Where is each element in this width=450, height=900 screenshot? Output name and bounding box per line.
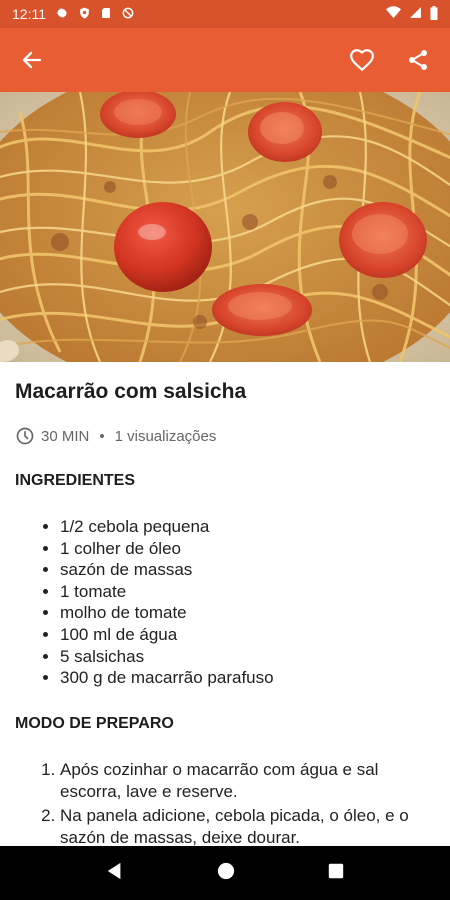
ingredient-item: 1/2 cebola pequena — [60, 516, 435, 538]
sd-card-icon — [100, 6, 112, 23]
ingredient-item: 100 ml de água — [60, 624, 435, 646]
step-item: Após cozinhar o macarrão com água e sal … — [60, 759, 435, 803]
nav-home-button[interactable] — [217, 862, 235, 885]
ingredients-heading: INGREDIENTES — [15, 472, 136, 489]
recipe-title: Macarrão com salsicha — [15, 380, 247, 403]
shield-icon — [78, 6, 91, 23]
nav-back-button[interactable] — [106, 862, 124, 885]
nav-back-icon — [108, 862, 121, 879]
back-button[interactable] — [14, 42, 50, 78]
prep-time: 30 MIN — [41, 427, 90, 445]
battery-icon — [430, 5, 438, 23]
wifi-icon — [386, 6, 401, 22]
heart-outline-icon — [350, 49, 374, 72]
ingredient-item: molho de tomate — [60, 602, 435, 624]
ingredient-item: sazón de massas — [60, 559, 435, 581]
step-item: Na panela adicione, cebola picada, o óle… — [60, 805, 435, 846]
nav-home-icon — [217, 862, 235, 879]
status-time: 12:11 — [12, 6, 46, 22]
recipe-photo — [0, 92, 450, 362]
view-count: 1 visualizações — [114, 427, 217, 445]
nav-recents-icon — [328, 863, 343, 878]
ingredient-item: 5 salsichas — [60, 646, 435, 668]
arrow-back-icon — [22, 51, 42, 69]
system-nav-bar — [0, 846, 450, 900]
recipe-meta: 30 MIN • 1 visualizações — [15, 426, 435, 446]
steps-list: Após cozinhar o macarrão com água e sal … — [15, 759, 435, 846]
settings-icon — [55, 6, 69, 23]
signal-icon — [409, 6, 422, 22]
ingredient-item: 1 colher de óleo — [60, 538, 435, 560]
nav-recents-button[interactable] — [328, 863, 344, 884]
ingredient-item: 1 tomate — [60, 581, 435, 603]
share-button[interactable] — [400, 42, 436, 78]
favorite-button[interactable] — [344, 42, 380, 78]
ingredients-list: 1/2 cebola pequena 1 colher de óleo sazó… — [15, 516, 435, 689]
app-bar — [0, 28, 450, 92]
ingredient-item: 300 g de macarrão parafuso — [60, 667, 435, 689]
status-bar: 12:11 — [0, 0, 450, 28]
meta-separator: • — [99, 427, 105, 445]
clock-icon — [16, 427, 34, 445]
method-heading: MODO DE PREPARO — [15, 714, 174, 732]
recipe-content[interactable]: Macarrão com salsicha 30 MIN • 1 visuali… — [0, 362, 450, 846]
share-icon — [409, 50, 427, 70]
no-sync-icon — [121, 6, 135, 23]
